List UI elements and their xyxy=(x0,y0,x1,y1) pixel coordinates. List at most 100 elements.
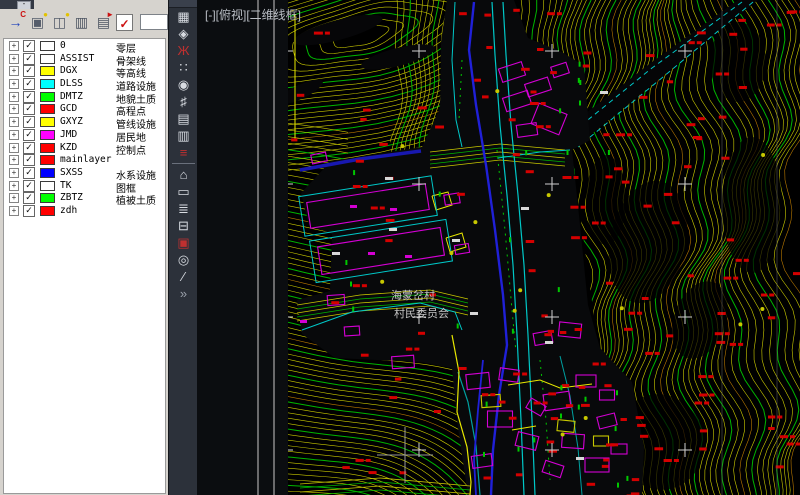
expand-icon[interactable]: + xyxy=(9,41,19,51)
layer-color-swatch[interactable] xyxy=(40,54,55,64)
layer-color-swatch[interactable] xyxy=(40,79,55,89)
zoom-select-icon[interactable]: ◉ xyxy=(169,76,198,93)
red-block-icon[interactable]: ▣ xyxy=(169,234,198,251)
layer-row[interactable]: +✓mainlayer xyxy=(4,153,165,166)
layer-visibility-checkbox[interactable]: ✓ xyxy=(23,205,35,217)
line-draw-icon[interactable]: ∕ xyxy=(169,268,198,285)
layer-row[interactable]: +✓DMTZ地貌土质 xyxy=(4,90,165,103)
layer-visibility-checkbox[interactable]: ✓ xyxy=(23,91,35,103)
layer-color-swatch[interactable] xyxy=(40,193,55,203)
red-seal-icon[interactable]: Ж xyxy=(169,42,198,59)
layer-states-icon[interactable]: ◫● xyxy=(50,12,69,32)
layer-name: 0 xyxy=(60,40,66,51)
viewport-controls-label[interactable]: [-][俯视][二维线框] xyxy=(205,6,301,23)
layer-visibility-checkbox[interactable]: ✓ xyxy=(23,53,35,65)
layer-row[interactable]: +✓SXSS水系设施 xyxy=(4,166,165,179)
rectangle-draw-icon[interactable]: ▭ xyxy=(169,183,198,200)
expand-icon[interactable]: + xyxy=(9,193,19,203)
layer-color-swatch[interactable] xyxy=(40,155,55,165)
expand-icon[interactable]: + xyxy=(9,143,19,153)
map-sheet-icon[interactable]: ▦ xyxy=(169,8,198,25)
expand-icon[interactable]: + xyxy=(9,117,19,127)
layer-visibility-checkbox[interactable]: ✓ xyxy=(23,116,35,128)
layer-visibility-checkbox[interactable]: ✓ xyxy=(23,129,35,141)
layer-color-swatch[interactable] xyxy=(40,66,55,76)
copy-properties-icon[interactable]: ▥ xyxy=(72,12,91,32)
toolbar-grip[interactable] xyxy=(169,0,198,8)
layer-row[interactable]: +✓ASSIST骨架线 xyxy=(4,52,165,65)
expand-icon[interactable]: + xyxy=(9,92,19,102)
point-cloud-icon[interactable]: ∷ xyxy=(169,59,198,76)
layer-name: GCD xyxy=(60,103,77,114)
layer-row[interactable]: +✓ZBTZ植被土质 xyxy=(4,191,165,204)
expand-icon[interactable]: + xyxy=(9,206,19,216)
layer-row[interactable]: + ✓ zdh xyxy=(4,204,165,217)
check-all-layers-icon[interactable]: ✓ xyxy=(116,14,133,31)
layer-visibility-checkbox[interactable]: ✓ xyxy=(23,180,35,192)
layer-name: KZD xyxy=(60,142,77,153)
layer-visibility-checkbox[interactable]: ✓ xyxy=(23,78,35,90)
layer-color-swatch[interactable] xyxy=(40,104,55,114)
raster-image-icon[interactable]: ▤ xyxy=(169,110,198,127)
import-layer-settings-icon-accent: C xyxy=(20,10,26,19)
layer-visibility-checkbox[interactable]: ✓ xyxy=(23,154,35,166)
layer-color-swatch[interactable] xyxy=(40,181,55,191)
layer-preview-icon[interactable]: ▣● xyxy=(28,12,47,32)
layer-name: zdh xyxy=(60,205,77,216)
layer-color-swatch[interactable] xyxy=(40,206,55,216)
layer-row[interactable]: +✓DLSS道路设施 xyxy=(4,77,165,90)
layer-visibility-checkbox[interactable]: ✓ xyxy=(23,142,35,154)
toolbar-separator xyxy=(172,163,195,164)
layer-row[interactable]: +✓GCD高程点 xyxy=(4,102,165,115)
layer-states-icon: ◫ xyxy=(53,14,66,30)
apply-to-layers-icon-accent: ► xyxy=(106,10,114,19)
layer-row[interactable]: +✓DGX等高线 xyxy=(4,64,165,77)
layer-visibility-checkbox[interactable]: ✓ xyxy=(23,192,35,204)
expand-icon[interactable]: + xyxy=(9,130,19,140)
expand-icon[interactable]: + xyxy=(9,168,19,178)
layer-color-swatch[interactable] xyxy=(40,130,55,140)
layer-color-swatch[interactable] xyxy=(40,117,55,127)
layer-row[interactable]: +✓GXYZ管线设施 xyxy=(4,115,165,128)
expand-icon[interactable]: + xyxy=(9,181,19,191)
table-grid-icon[interactable]: ⊟ xyxy=(169,217,198,234)
table-rows-icon[interactable]: ≣ xyxy=(169,200,198,217)
layer-row[interactable]: +✓KZD控制点 xyxy=(4,141,165,154)
layer-color-swatch[interactable] xyxy=(40,41,55,51)
map-canvas[interactable]: 海蒙岔村村民委员会 xyxy=(197,0,800,495)
layer-visibility-checkbox[interactable]: ✓ xyxy=(23,40,35,52)
double-arrow-icon[interactable]: » xyxy=(169,285,198,302)
donut-icon[interactable]: ◎ xyxy=(169,251,198,268)
layer-name: DLSS xyxy=(60,78,83,89)
layer-color-swatch[interactable] xyxy=(40,168,55,178)
layer-name: DGX xyxy=(60,65,77,76)
layer-tree-list[interactable]: +✓0零层+✓ASSIST骨架线+✓DGX等高线+✓DLSS道路设施+✓DMTZ… xyxy=(3,38,166,494)
layer-name: DMTZ xyxy=(60,91,83,102)
expand-icon[interactable]: + xyxy=(9,155,19,165)
layer-row[interactable]: +✓TK图框 xyxy=(4,179,165,192)
layer-visibility-checkbox[interactable]: ✓ xyxy=(23,167,35,179)
apply-to-layers-icon[interactable]: ▤► xyxy=(94,12,113,32)
layer-visibility-checkbox[interactable]: ✓ xyxy=(23,103,35,115)
layer-row[interactable]: +✓JMD居民地 xyxy=(4,128,165,141)
polygon-draw-icon[interactable]: ⌂ xyxy=(169,166,198,183)
layer-filter-input[interactable] xyxy=(140,14,168,30)
expand-icon[interactable]: + xyxy=(9,104,19,114)
layer-row[interactable]: +✓0零层 xyxy=(4,39,165,52)
layer-name: GXYZ xyxy=(60,116,83,127)
import-layer-settings-icon[interactable]: →C xyxy=(6,12,25,32)
expand-icon[interactable]: + xyxy=(9,79,19,89)
stamp-icon[interactable]: ◈ xyxy=(169,25,198,42)
expand-icon[interactable]: + xyxy=(9,66,19,76)
model-space-viewport[interactable]: [-][俯视][二维线框] 海蒙岔村村民委员会 xyxy=(197,0,800,495)
layer-name: ZBTZ xyxy=(60,192,83,203)
layer-name: JMD xyxy=(60,129,77,140)
grid-hatch-icon[interactable]: ♯ xyxy=(169,93,198,110)
raster-image-alt-icon[interactable]: ▥ xyxy=(169,127,198,144)
red-list-icon[interactable]: ≡ xyxy=(169,144,198,161)
layer-color-swatch[interactable] xyxy=(40,92,55,102)
layer-name: ASSIST xyxy=(60,53,94,64)
layer-visibility-checkbox[interactable]: ✓ xyxy=(23,65,35,77)
layer-color-swatch[interactable] xyxy=(40,143,55,153)
expand-icon[interactable]: + xyxy=(9,54,19,64)
